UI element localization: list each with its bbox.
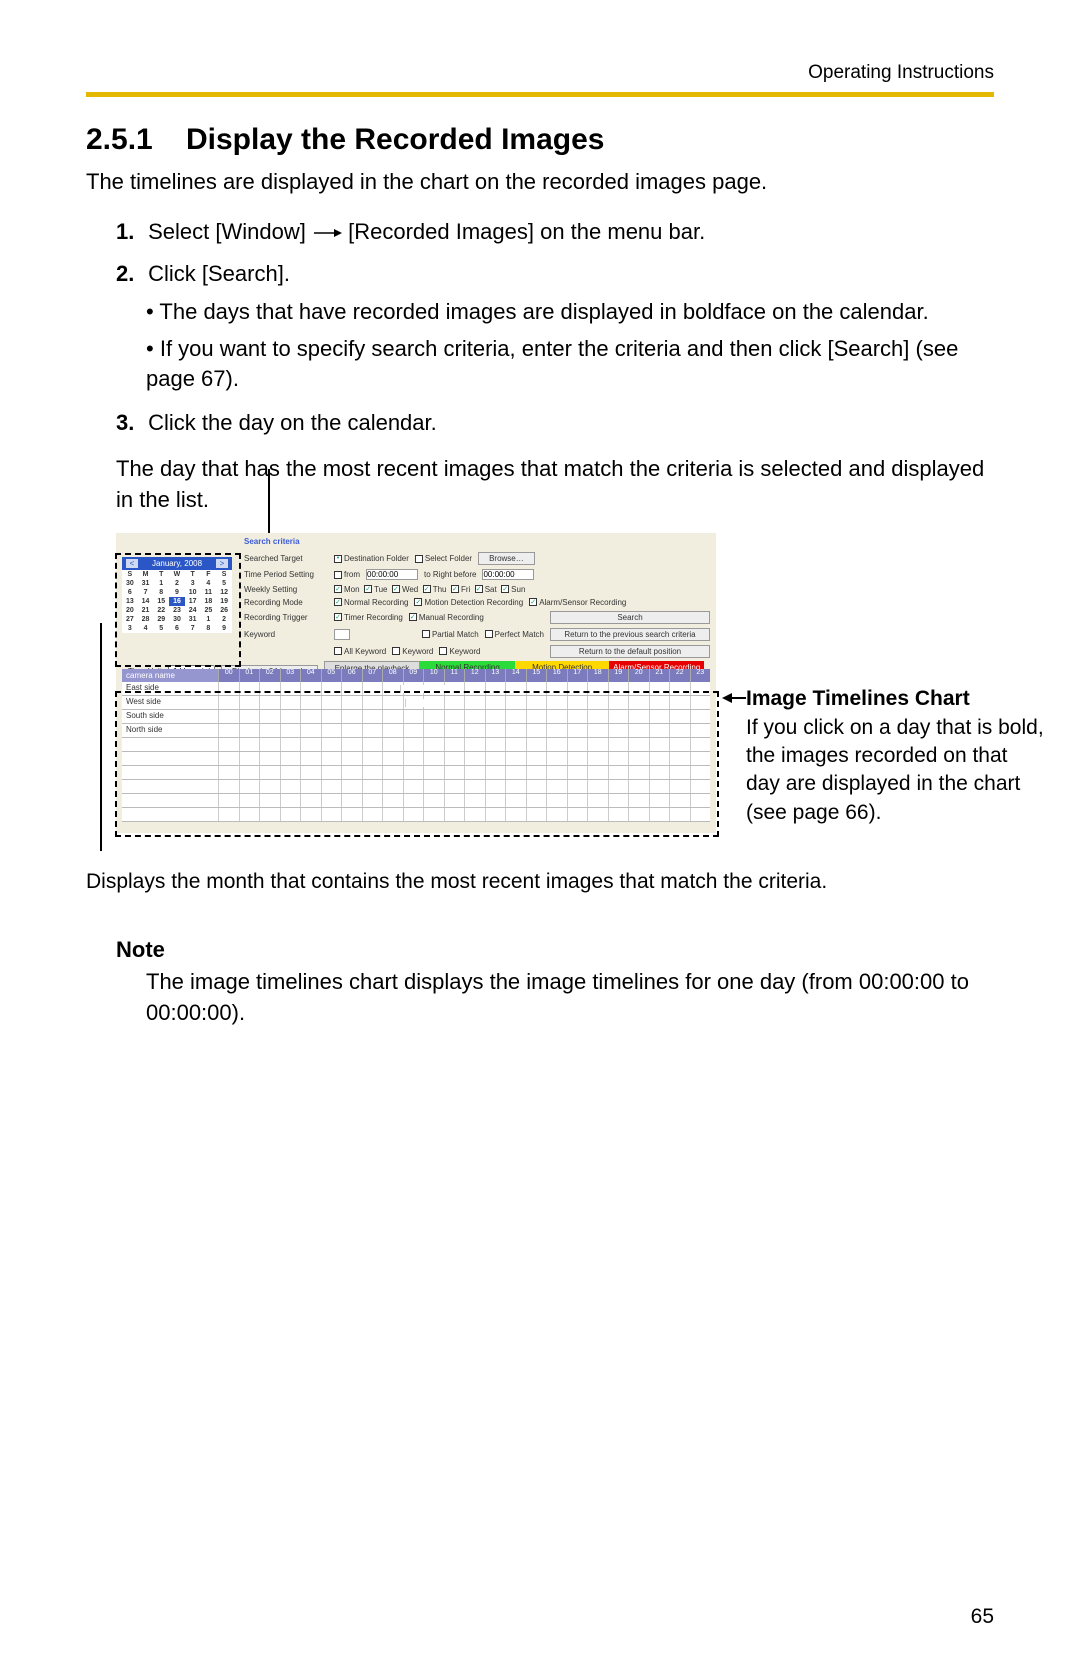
- hour-header: 21: [649, 669, 670, 682]
- to-time-input[interactable]: [482, 569, 534, 580]
- section-number: 2.5.1: [86, 123, 186, 157]
- hour-header: 10: [423, 669, 444, 682]
- hour-header: 23: [690, 669, 711, 682]
- hour-header: 05: [321, 669, 342, 682]
- weekday-checkbox[interactable]: ✓Sun: [501, 585, 530, 594]
- hour-header: 01: [239, 669, 260, 682]
- note-body: The image timelines chart displays the i…: [146, 967, 994, 1029]
- top-rule: [86, 92, 994, 97]
- section-heading: 2.5.1Display the Recorded Images: [86, 123, 994, 157]
- step-1: 1. Select [Window] [Recorded Images] on …: [116, 219, 994, 245]
- hour-header: 02: [259, 669, 280, 682]
- hour-header: 08: [382, 669, 403, 682]
- select-folder-radio[interactable]: Select Folder: [415, 554, 472, 563]
- recording-trigger-row: Recording Trigger ✓Timer Recording ✓Manu…: [238, 609, 716, 626]
- weekday-checkbox[interactable]: ✓Tue: [364, 585, 392, 594]
- step-3-text: Click the day on the calendar.: [148, 410, 437, 435]
- partial-match-radio[interactable]: Partial Match: [422, 630, 479, 639]
- normal-recording-checkbox[interactable]: ✓Normal Recording: [334, 598, 408, 607]
- hour-header: 18: [587, 669, 608, 682]
- searched-target-row: Searched Target •Destination Folder Sele…: [238, 550, 716, 567]
- annotation-body: If you click on a day that is bold, the …: [746, 714, 1046, 827]
- timer-recording-checkbox[interactable]: ✓Timer Recording: [334, 613, 403, 622]
- hour-header: 16: [546, 669, 567, 682]
- hour-header: 11: [444, 669, 465, 682]
- hour-header: 22: [669, 669, 690, 682]
- hour-header: 07: [362, 669, 383, 682]
- hour-header: 20: [628, 669, 649, 682]
- callout-line-to-caption: [100, 623, 102, 851]
- from-checkbox[interactable]: from: [334, 570, 360, 579]
- hour-header: 19: [608, 669, 629, 682]
- note-block: Note The image timelines chart displays …: [116, 937, 994, 1029]
- screenshot-figure: < January, 2008 > SMTWTFS 30311234567891…: [86, 533, 994, 853]
- section-title-text: Display the Recorded Images: [186, 123, 604, 156]
- callout-box-timeline: [115, 691, 719, 837]
- browse-button[interactable]: Browse…: [478, 552, 535, 565]
- to-label: to Right before: [424, 570, 476, 579]
- hour-header: 09: [403, 669, 424, 682]
- timelines-annotation: Image Timelines Chart If you click on a …: [746, 685, 1046, 827]
- hour-header: 15: [526, 669, 547, 682]
- hour-header: 06: [341, 669, 362, 682]
- step-2: 2. Click [Search]. The days that have re…: [116, 261, 994, 394]
- keyword-label: Keyword: [244, 630, 328, 639]
- intro-text: The timelines are displayed in the chart…: [86, 167, 994, 197]
- weekday-checkbox[interactable]: ✓Wed: [392, 585, 423, 594]
- hour-header: 00: [218, 669, 239, 682]
- step-2-bullet-2: If you want to specify search criteria, …: [146, 334, 994, 393]
- time-period-row: Time Period Setting from to Right before: [238, 567, 716, 582]
- search-criteria-title: Search criteria: [238, 533, 716, 550]
- weekly-setting-row: Weekly Setting ✓Mon ✓Tue ✓Wed ✓Thu ✓Fri …: [238, 582, 716, 596]
- hour-header: 04: [300, 669, 321, 682]
- hour-header: 13: [485, 669, 506, 682]
- weekday-checkbox[interactable]: ✓Sat: [475, 585, 501, 594]
- hour-header: 03: [280, 669, 301, 682]
- from-time-input[interactable]: [366, 569, 418, 580]
- callout-box-calendar: [115, 553, 241, 667]
- step-3: 3. Click the day on the calendar.: [116, 410, 994, 436]
- steps-list: 1. Select [Window] [Recorded Images] on …: [116, 219, 994, 436]
- recording-trigger-label: Recording Trigger: [244, 613, 328, 622]
- camera-name-header: camera name: [122, 669, 218, 682]
- page-number: 65: [971, 1605, 994, 1629]
- perfect-match-radio[interactable]: Perfect Match: [485, 630, 544, 639]
- keyword-row: Keyword Partial Match Perfect Match Retu…: [238, 626, 716, 643]
- step-1-b: [Recorded Images] on the menu bar.: [348, 219, 705, 244]
- hour-header: 12: [464, 669, 485, 682]
- destination-folder-radio[interactable]: •Destination Folder: [334, 554, 409, 563]
- recording-mode-label: Recording Mode: [244, 598, 328, 607]
- keyword-input[interactable]: [334, 629, 350, 640]
- annotation-arrow-icon: [722, 691, 746, 705]
- motion-recording-checkbox[interactable]: ✓Motion Detection Recording: [414, 598, 523, 607]
- hour-header: 14: [505, 669, 526, 682]
- para-after-steps: The day that has the most recent images …: [116, 454, 994, 516]
- weekday-checkbox[interactable]: ✓Mon: [334, 585, 364, 594]
- arrow-icon: [312, 219, 348, 244]
- return-previous-button[interactable]: Return to the previous search criteria: [550, 628, 710, 641]
- alarm-recording-checkbox[interactable]: ✓Alarm/Sensor Recording: [529, 598, 626, 607]
- caption-below-figure: Displays the month that contains the mos…: [86, 867, 994, 896]
- step-2-text: Click [Search].: [148, 261, 290, 286]
- weekday-checkbox[interactable]: ✓Thu: [423, 585, 451, 594]
- note-title: Note: [116, 937, 994, 963]
- annotation-title: Image Timelines Chart: [746, 685, 1046, 713]
- hour-header: 17: [567, 669, 588, 682]
- manual-recording-checkbox[interactable]: ✓Manual Recording: [409, 613, 484, 622]
- recording-mode-row: Recording Mode ✓Normal Recording ✓Motion…: [238, 596, 716, 609]
- searched-target-label: Searched Target: [244, 554, 328, 563]
- weekly-label: Weekly Setting: [244, 585, 328, 594]
- weekday-checkbox[interactable]: ✓Fri: [451, 585, 475, 594]
- step-1-a: Select [Window]: [148, 219, 306, 244]
- header-label: Operating Instructions: [86, 62, 994, 84]
- step-2-bullet-1: The days that have recorded images are d…: [146, 297, 994, 327]
- search-button[interactable]: Search: [550, 611, 710, 624]
- time-period-label: Time Period Setting: [244, 570, 328, 579]
